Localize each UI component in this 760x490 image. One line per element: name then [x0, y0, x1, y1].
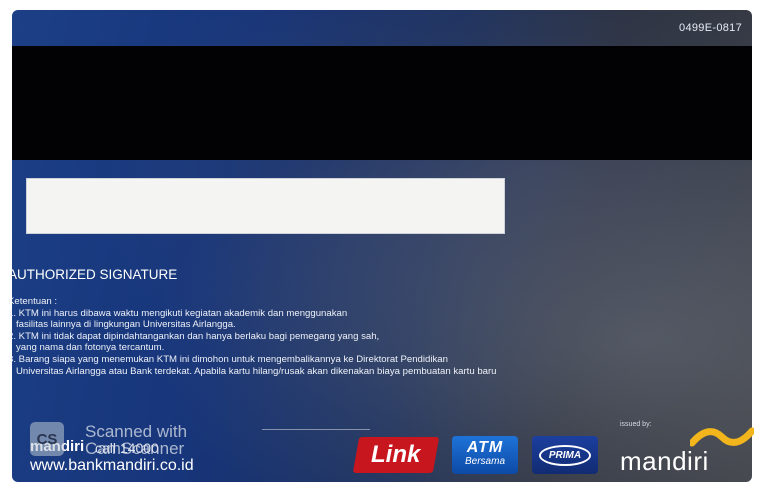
terms-line: 1. KTM ini harus dibawa waktu mengikuti … [8, 307, 348, 319]
terms-line: 2. KTM ini tidak dapat dipindahtangankan… [8, 330, 380, 342]
signature-panel [26, 178, 505, 234]
divider-line [262, 429, 370, 430]
camscanner-logo-icon: CS [30, 422, 64, 456]
magnetic-stripe [12, 46, 752, 160]
terms-line: 3. Barang siapa yang menemukan KTM ini d… [8, 353, 448, 365]
terms-block: Ketentuan :1. KTM ini harus dibawa waktu… [8, 296, 497, 377]
link-logo-text: Link [371, 441, 421, 468]
atm-bersama-logo: ATM Bersama [452, 436, 518, 474]
atm-logo-text: ATM [466, 439, 504, 456]
prima-network-logo: PRIMA [532, 436, 598, 474]
link-network-logo: Link [352, 437, 440, 473]
issued-by-label: issued by: [620, 421, 652, 428]
terms-title: Ketentuan : [8, 296, 58, 307]
signature-label: AUTHORIZED SIGNATURE [8, 267, 178, 282]
terms-line: Universitas Airlangga atau Bank terdekat… [8, 365, 497, 377]
prima-logo-text: PRIMA [538, 444, 592, 466]
bank-website: www.bankmandiri.co.id [30, 457, 194, 474]
camscanner-watermark: Scanned with CamScanner [85, 423, 187, 457]
student-id-card-back: 0499E-0817 [12, 10, 752, 482]
atm-logo-subtext: Bersama [464, 456, 505, 467]
mandiri-large-logo: mandiri [620, 446, 709, 476]
watermark-line-2: CamScanner [85, 439, 185, 458]
terms-line: yang nama dan fotonya tercantum. [8, 342, 165, 354]
terms-line: fasilitas lainnya di lingkungan Universi… [8, 319, 236, 331]
watermark-line-1: Scanned with [85, 422, 188, 441]
card-code: 0499E-0817 [679, 22, 742, 34]
